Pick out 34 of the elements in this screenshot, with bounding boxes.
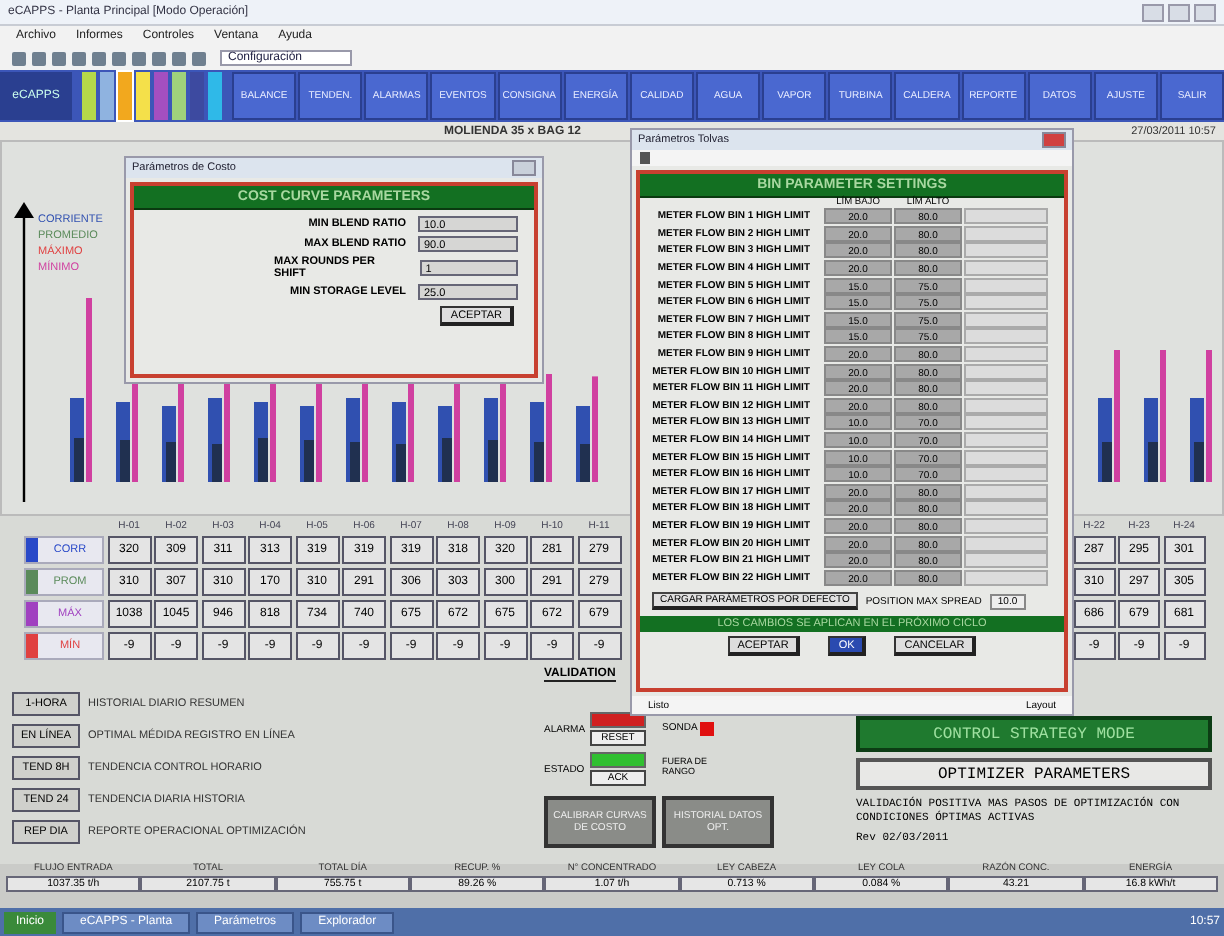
color-tab[interactable] — [82, 72, 96, 120]
input-field[interactable] — [964, 517, 1048, 534]
color-tab[interactable] — [100, 72, 114, 120]
color-tab[interactable] — [136, 72, 150, 120]
input-field[interactable] — [964, 225, 1048, 242]
input-field[interactable] — [964, 380, 1048, 397]
input-field[interactable] — [964, 432, 1048, 449]
input-field[interactable] — [964, 552, 1048, 569]
strategy-button[interactable]: CONTROL STRATEGY MODE — [856, 716, 1212, 752]
color-tab[interactable] — [190, 72, 204, 120]
input-field[interactable] — [964, 328, 1048, 345]
input-field[interactable] — [964, 260, 1048, 277]
input-field[interactable] — [964, 483, 1048, 500]
input-field[interactable] — [964, 397, 1048, 414]
color-tab[interactable] — [118, 72, 132, 120]
optimizer-button[interactable]: OPTIMIZER PARAMETERS — [856, 758, 1212, 790]
input-field[interactable] — [964, 208, 1048, 225]
color-tab[interactable] — [154, 72, 168, 120]
input-field[interactable] — [964, 294, 1048, 311]
input-field[interactable] — [964, 277, 1048, 294]
input-field[interactable] — [964, 311, 1048, 328]
input-field[interactable] — [964, 242, 1048, 259]
input-field[interactable] — [964, 449, 1048, 466]
input-field[interactable] — [964, 346, 1048, 363]
input-field[interactable] — [964, 569, 1048, 586]
input-field[interactable] — [964, 414, 1048, 431]
color-tab[interactable] — [172, 72, 186, 120]
input-field[interactable] — [964, 535, 1048, 552]
color-tab[interactable] — [208, 72, 222, 120]
app-icon — [640, 152, 650, 164]
input-field[interactable] — [964, 466, 1048, 483]
axis-arrow-icon — [14, 202, 34, 502]
input-field[interactable] — [964, 500, 1048, 517]
input-field[interactable] — [964, 363, 1048, 380]
